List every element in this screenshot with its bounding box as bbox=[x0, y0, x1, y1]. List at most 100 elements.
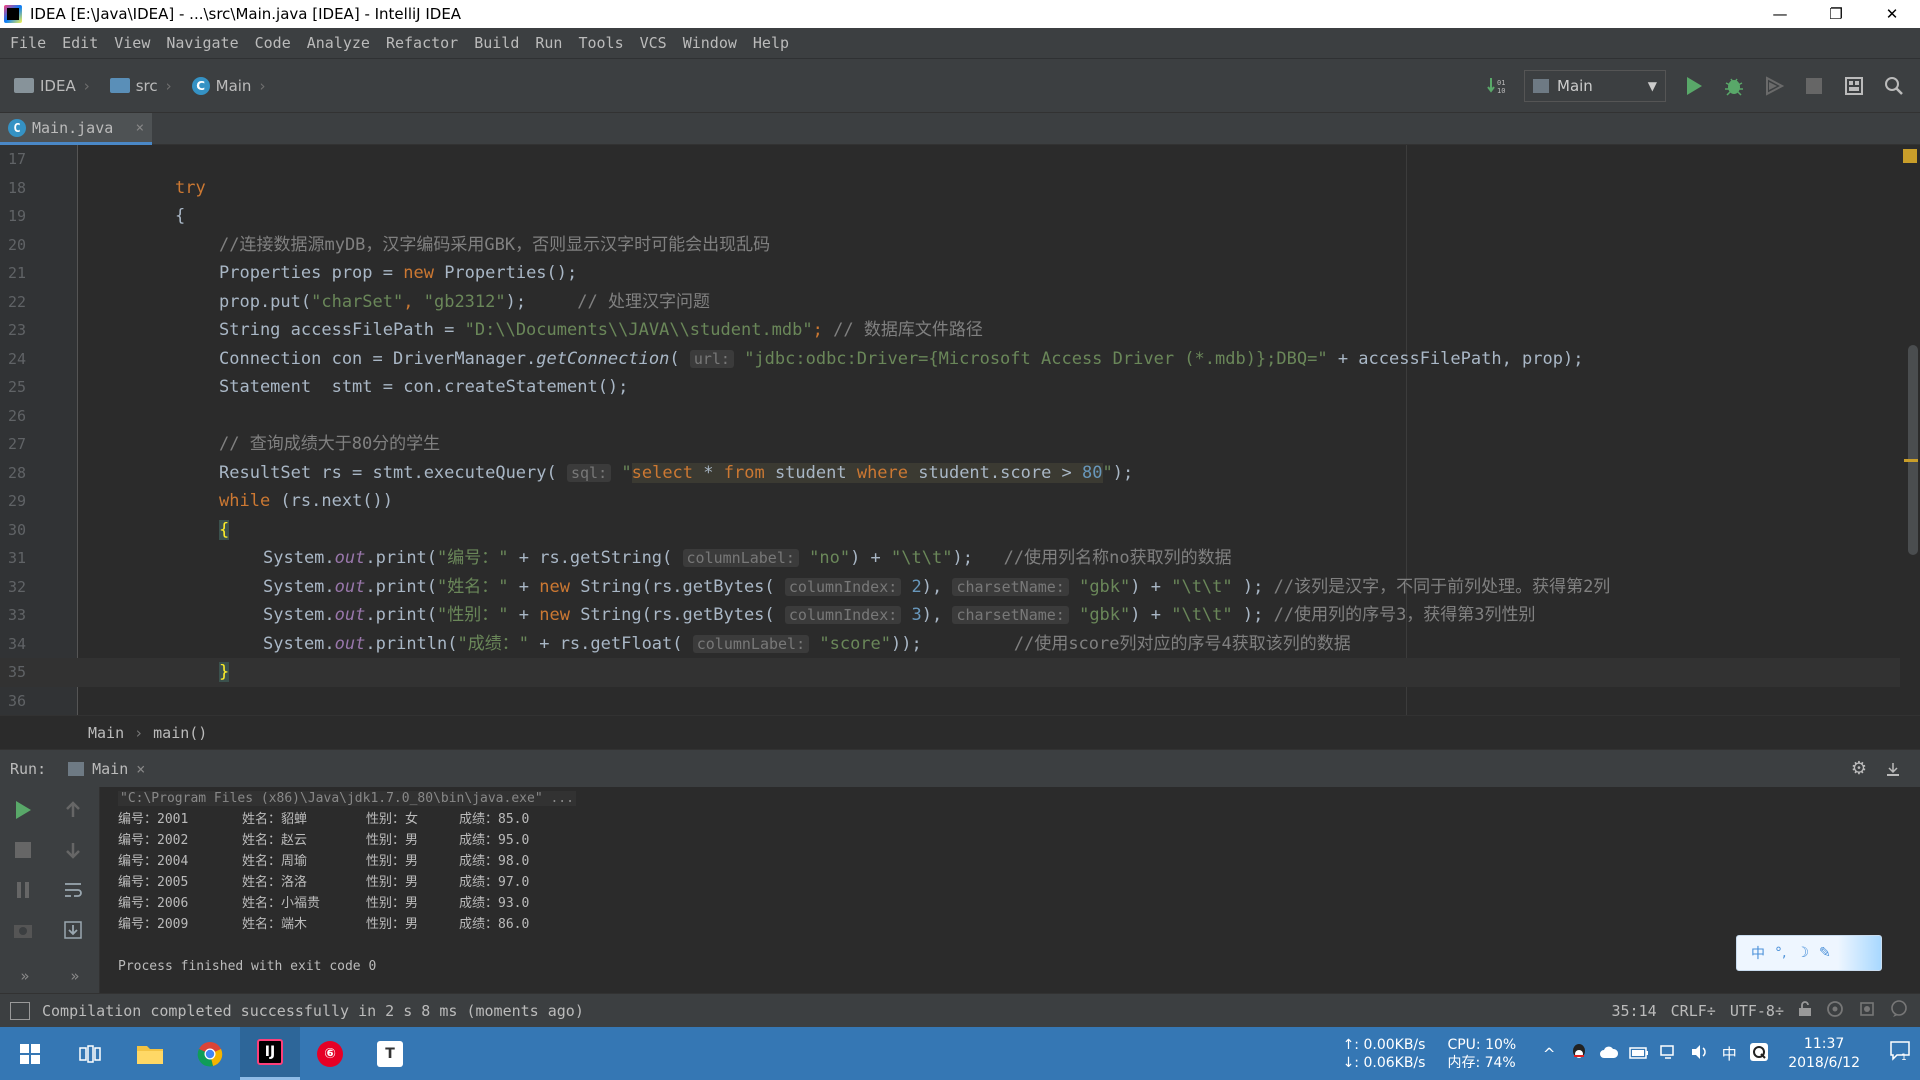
code-editor[interactable]: 17 18 try 19 { 20 //连接数据源myDB，汉字编码采用GBK，否则显… bbox=[0, 145, 1920, 715]
warning-indicator-icon[interactable] bbox=[1903, 149, 1917, 163]
search-icon[interactable] bbox=[1874, 66, 1914, 106]
lock-icon[interactable] bbox=[1798, 1000, 1812, 1021]
line-number: 33 bbox=[8, 606, 27, 624]
gear-icon[interactable]: ⚙ bbox=[1842, 749, 1876, 789]
battery-icon[interactable] bbox=[1624, 1045, 1654, 1063]
string-literal: " bbox=[611, 462, 632, 483]
memory-indicator-icon[interactable] bbox=[1858, 1000, 1876, 1022]
breadcrumb-project-label: IDEA bbox=[40, 76, 76, 95]
line-number: 26 bbox=[8, 406, 27, 425]
code-text: String(rs.getBytes( bbox=[569, 605, 785, 625]
volume-icon[interactable] bbox=[1684, 1044, 1714, 1064]
code-text: , bbox=[403, 291, 424, 312]
arrow-down-icon[interactable] bbox=[58, 835, 88, 865]
expand-more-icon[interactable]: » bbox=[10, 961, 40, 991]
close-tab-icon[interactable]: × bbox=[136, 120, 144, 136]
sql-keyword: select bbox=[631, 462, 694, 483]
menu-help[interactable]: Help bbox=[745, 34, 797, 52]
menu-run[interactable]: Run bbox=[527, 34, 570, 52]
static-field: out bbox=[334, 605, 366, 625]
pause-icon[interactable] bbox=[8, 875, 38, 905]
breadcrumb-method[interactable]: main() bbox=[153, 724, 207, 742]
taskbar-clock[interactable]: 11:37 2018/6/12 bbox=[1788, 1035, 1860, 1073]
run-configuration-select[interactable]: Main ▼ bbox=[1524, 69, 1666, 102]
stop-icon[interactable] bbox=[8, 835, 38, 865]
restore-button[interactable]: ❐ bbox=[1808, 0, 1864, 28]
warning-stripe-mark[interactable] bbox=[1904, 459, 1918, 462]
menu-navigate[interactable]: Navigate bbox=[158, 34, 246, 52]
qq-icon[interactable] bbox=[1564, 1043, 1594, 1065]
menu-view[interactable]: View bbox=[106, 34, 158, 52]
editor-tab-bar: C Main.java × bbox=[0, 113, 1920, 145]
build-project-icon[interactable]: 01 10 bbox=[1476, 66, 1516, 106]
intellij-taskbar-button[interactable]: IJ bbox=[240, 1027, 300, 1080]
code-text: ), bbox=[921, 576, 953, 597]
file-encoding[interactable]: UTF-8÷ bbox=[1730, 1002, 1784, 1020]
tool-windows-icon[interactable] bbox=[10, 1001, 30, 1020]
file-explorer-button[interactable] bbox=[120, 1027, 180, 1080]
tab-main-java[interactable]: C Main.java × bbox=[0, 113, 152, 145]
output-score: 成绩：86.0 bbox=[459, 917, 530, 932]
menu-refactor[interactable]: Refactor bbox=[378, 34, 466, 52]
rerun-icon[interactable] bbox=[8, 795, 38, 825]
line-number: 29 bbox=[8, 492, 27, 510]
event-log-icon[interactable] bbox=[1890, 999, 1908, 1022]
scroll-to-end-icon[interactable] bbox=[58, 915, 88, 945]
menu-analyze[interactable]: Analyze bbox=[299, 34, 378, 52]
menu-tools[interactable]: Tools bbox=[570, 34, 631, 52]
chrome-button[interactable] bbox=[180, 1027, 240, 1080]
run-icon[interactable] bbox=[1674, 66, 1714, 106]
run-with-coverage-icon[interactable] bbox=[1754, 66, 1794, 106]
cloud-icon[interactable] bbox=[1594, 1045, 1624, 1063]
moon-icon[interactable]: ☽ bbox=[1796, 945, 1809, 961]
debug-icon[interactable] bbox=[1714, 66, 1754, 106]
code-text: .print( bbox=[365, 576, 438, 597]
menu-build[interactable]: Build bbox=[466, 34, 527, 52]
hide-panel-icon[interactable] bbox=[1876, 749, 1910, 789]
stop-icon[interactable] bbox=[1794, 66, 1834, 106]
close-run-tab-icon[interactable]: × bbox=[136, 760, 145, 778]
error-stripe[interactable] bbox=[1900, 145, 1920, 715]
menu-file[interactable]: File bbox=[2, 34, 54, 52]
start-button[interactable] bbox=[0, 1027, 60, 1080]
expand-more-icon[interactable]: » bbox=[60, 961, 90, 991]
netease-music-button[interactable]: ⑥ bbox=[300, 1027, 360, 1080]
task-view-button[interactable] bbox=[60, 1027, 120, 1080]
status-bar: Compilation completed successfully in 2 … bbox=[0, 993, 1920, 1027]
menu-window[interactable]: Window bbox=[675, 34, 745, 52]
caret-position[interactable]: 35:14 bbox=[1612, 1002, 1657, 1020]
code-text: )); bbox=[891, 633, 1014, 654]
close-window-button[interactable]: ✕ bbox=[1864, 0, 1920, 28]
run-tab-main[interactable]: Main × bbox=[58, 749, 156, 788]
breadcrumb-src[interactable]: src › bbox=[96, 77, 178, 95]
comment: // 数据库文件路径 bbox=[833, 320, 983, 340]
network-icon[interactable] bbox=[1654, 1044, 1684, 1064]
wrench-icon[interactable]: ✎ bbox=[1819, 945, 1831, 961]
run-console[interactable]: "C:\Program Files (x86)\Java\jdk1.7.0_80… bbox=[100, 787, 1920, 993]
menu-vcs[interactable]: VCS bbox=[632, 34, 675, 52]
typora-button[interactable]: T bbox=[360, 1027, 420, 1080]
breadcrumb-project[interactable]: IDEA › bbox=[0, 77, 96, 95]
editor-scrollbar[interactable] bbox=[1908, 345, 1918, 555]
ime-mode[interactable]: 中 bbox=[1751, 943, 1765, 963]
app-q-icon[interactable] bbox=[1744, 1042, 1774, 1066]
project-structure-icon[interactable] bbox=[1834, 66, 1874, 106]
chevron-up-icon[interactable]: ^ bbox=[1534, 1045, 1564, 1063]
breadcrumb-main[interactable]: C Main › bbox=[178, 76, 272, 95]
code-text: System. bbox=[263, 548, 335, 568]
input-language[interactable]: 中 bbox=[1714, 1043, 1744, 1064]
minimize-button[interactable]: — bbox=[1752, 0, 1808, 28]
breadcrumb-class[interactable]: Main bbox=[88, 724, 124, 742]
menu-edit[interactable]: Edit bbox=[54, 34, 106, 52]
inspector-icon[interactable] bbox=[1826, 1000, 1844, 1022]
ime-floating-toolbar[interactable]: 中 °, ☽ ✎ bbox=[1736, 935, 1882, 971]
action-center-icon[interactable]: 1 bbox=[1880, 1040, 1920, 1067]
soft-wrap-icon[interactable] bbox=[58, 875, 88, 905]
menu-code[interactable]: Code bbox=[247, 34, 299, 52]
code-text: Connection con = DriverManager. bbox=[219, 348, 537, 369]
arrow-up-icon[interactable] bbox=[58, 795, 88, 825]
camera-icon[interactable] bbox=[8, 915, 38, 945]
line-separator[interactable]: CRLF÷ bbox=[1671, 1002, 1716, 1020]
ime-punctuation[interactable]: °, bbox=[1775, 945, 1786, 961]
code-line: 21 Properties prop = new Properties(); bbox=[0, 259, 1900, 288]
